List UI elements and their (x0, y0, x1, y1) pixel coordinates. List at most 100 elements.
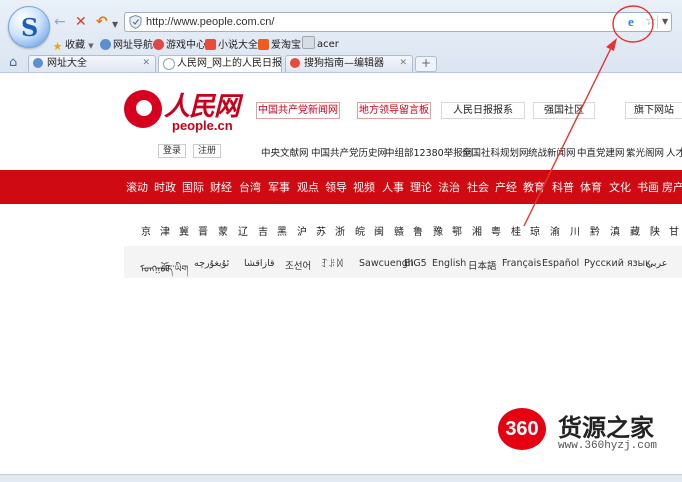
region-link[interactable]: 粤 (491, 223, 501, 238)
channel-link[interactable]: 紫光阁网 (626, 145, 664, 159)
bookmark-nav[interactable]: 网址导航 (100, 36, 153, 51)
ie-compat-icon[interactable]: e (628, 14, 634, 30)
region-link[interactable]: 闽 (374, 223, 384, 238)
region-link[interactable]: 津 (160, 223, 170, 238)
nav-item[interactable]: 社会 (467, 179, 489, 195)
language-link[interactable]: Français (502, 258, 541, 269)
language-link[interactable]: 日本語 (468, 258, 497, 272)
language-link[interactable]: Русский язык (584, 258, 651, 269)
bookmark-acer[interactable]: acer (302, 36, 339, 50)
address-url[interactable]: http://www.people.com.cn/ (146, 16, 274, 28)
channel-link[interactable]: 人才 (666, 145, 682, 159)
nav-item[interactable]: 滚动 (126, 179, 148, 195)
region-link[interactable]: 黑 (277, 223, 287, 238)
undo-icon[interactable]: ↶ (96, 14, 108, 30)
top-link[interactable]: 中国共产党新闻网 (256, 102, 340, 119)
register-button[interactable]: 注册 (193, 144, 222, 158)
channel-link[interactable]: 中国共产党历史网 (311, 145, 387, 159)
nav-item[interactable]: 军事 (268, 179, 290, 195)
star-icon[interactable]: ☆ (645, 14, 657, 29)
watermark: 360 货源之家 www.360hyzj.com (498, 406, 682, 458)
dropdown-icon[interactable]: ▼ (662, 17, 668, 26)
nav-item[interactable]: 理论 (410, 179, 432, 195)
tab-sogou-guide[interactable]: 搜狗指南—编辑器 ✕ (285, 55, 413, 72)
channel-link[interactable]: 中组部12380举报网 (385, 145, 472, 159)
nav-item[interactable]: 教育 (523, 179, 545, 195)
nav-item[interactable]: 文化 (609, 179, 631, 195)
region-link[interactable]: 浙 (335, 223, 345, 238)
channel-link[interactable]: 中直党建网 (577, 145, 625, 159)
address-bar[interactable]: http://www.people.com.cn/ e ☆ ▼ (124, 12, 672, 32)
region-link[interactable]: 辽 (238, 223, 248, 238)
language-link[interactable]: ꆈꌠꉙ (321, 258, 343, 270)
nav-item[interactable]: 房产 (662, 179, 682, 195)
channel-link[interactable]: 统战新闻网 (528, 145, 576, 159)
region-link[interactable]: 苏 (316, 223, 326, 238)
region-link[interactable]: 沪 (297, 223, 307, 238)
region-link[interactable]: 皖 (355, 223, 365, 238)
nav-item[interactable]: 产经 (495, 179, 517, 195)
region-link[interactable]: 滇 (610, 223, 620, 238)
top-link[interactable]: 旗下网站 (625, 102, 682, 119)
region-link[interactable]: 琼 (530, 223, 540, 238)
close-icon[interactable]: ✕ (399, 56, 407, 71)
home-icon[interactable]: ⌂ (9, 55, 17, 70)
region-link[interactable]: 吉 (258, 223, 268, 238)
region-link[interactable]: 川 (570, 223, 580, 238)
region-link[interactable]: 渝 (550, 223, 560, 238)
close-icon[interactable]: ✕ (142, 56, 150, 71)
bookmark-taobao[interactable]: 爱淘宝 (258, 36, 301, 51)
stop-icon[interactable]: ✕ (75, 14, 87, 30)
nav-item[interactable]: 科普 (552, 179, 574, 195)
language-link[interactable]: བོད་ཡིག (161, 258, 188, 285)
tab-people[interactable]: 人民网_网上的人民日报 (158, 55, 282, 72)
language-link[interactable]: 조선어 (285, 258, 311, 272)
region-link[interactable]: 陕 (650, 223, 660, 238)
nav-item[interactable]: 领导 (325, 179, 347, 195)
bookmark-games[interactable]: 游戏中心 (153, 36, 206, 51)
region-link[interactable]: 湘 (472, 223, 482, 238)
language-link[interactable]: ئۇيغۇرچە (194, 258, 229, 269)
region-link[interactable]: 京 (141, 223, 151, 238)
top-link[interactable]: 地方领导留言板 (357, 102, 431, 119)
region-link[interactable]: 赣 (394, 223, 404, 238)
top-link[interactable]: 人民日报报系 (441, 102, 525, 119)
region-link[interactable]: 冀 (179, 223, 189, 238)
region-link[interactable]: 黔 (590, 223, 600, 238)
nav-item[interactable]: 时政 (154, 179, 176, 195)
region-link[interactable]: 蒙 (218, 223, 228, 238)
region-link[interactable]: 甘 (669, 223, 679, 238)
region-link[interactable]: 桂 (511, 223, 521, 238)
region-link[interactable]: 晋 (198, 223, 208, 238)
bookmark-novels[interactable]: 小说大全 (205, 36, 258, 51)
language-link[interactable]: Español (542, 258, 579, 269)
language-link[interactable]: عربي (646, 258, 667, 269)
nav-item[interactable]: 台湾 (239, 179, 261, 195)
region-link[interactable]: 豫 (433, 223, 443, 238)
chevron-down-icon[interactable]: ▼ (112, 17, 118, 33)
back-arrow-icon[interactable]: ← (54, 14, 66, 30)
new-tab-button[interactable]: + (415, 56, 437, 72)
region-link[interactable]: 藏 (630, 223, 640, 238)
channel-link[interactable]: 全国社科规划网 (462, 145, 529, 159)
language-link[interactable]: قازاقشا (244, 258, 275, 269)
nav-item[interactable]: 国际 (182, 179, 204, 195)
tab-url-directory[interactable]: 网址大全 ✕ (28, 55, 156, 72)
language-link[interactable]: English (432, 258, 466, 269)
nav-item[interactable]: 视频 (353, 179, 375, 195)
region-link[interactable]: 鄂 (452, 223, 462, 238)
site-logo[interactable]: 人民网 people.cn (124, 90, 244, 134)
region-link[interactable]: 鲁 (413, 223, 423, 238)
nav-item[interactable]: 观点 (297, 179, 319, 195)
top-link[interactable]: 强国社区 (533, 102, 595, 119)
language-link[interactable]: BIG5 (404, 258, 427, 269)
browser-logo-icon[interactable]: S (8, 6, 50, 48)
nav-item[interactable]: 书画 (637, 179, 659, 195)
login-button[interactable]: 登录 (158, 144, 187, 158)
nav-item[interactable]: 人事 (382, 179, 404, 195)
channel-link[interactable]: 中央文献网 (261, 145, 309, 159)
nav-item[interactable]: 法治 (438, 179, 460, 195)
nav-item[interactable]: 财经 (210, 179, 232, 195)
nav-item[interactable]: 体育 (580, 179, 602, 195)
bookmark-favorites[interactable]: ★ 收藏 ▼ (52, 36, 94, 52)
